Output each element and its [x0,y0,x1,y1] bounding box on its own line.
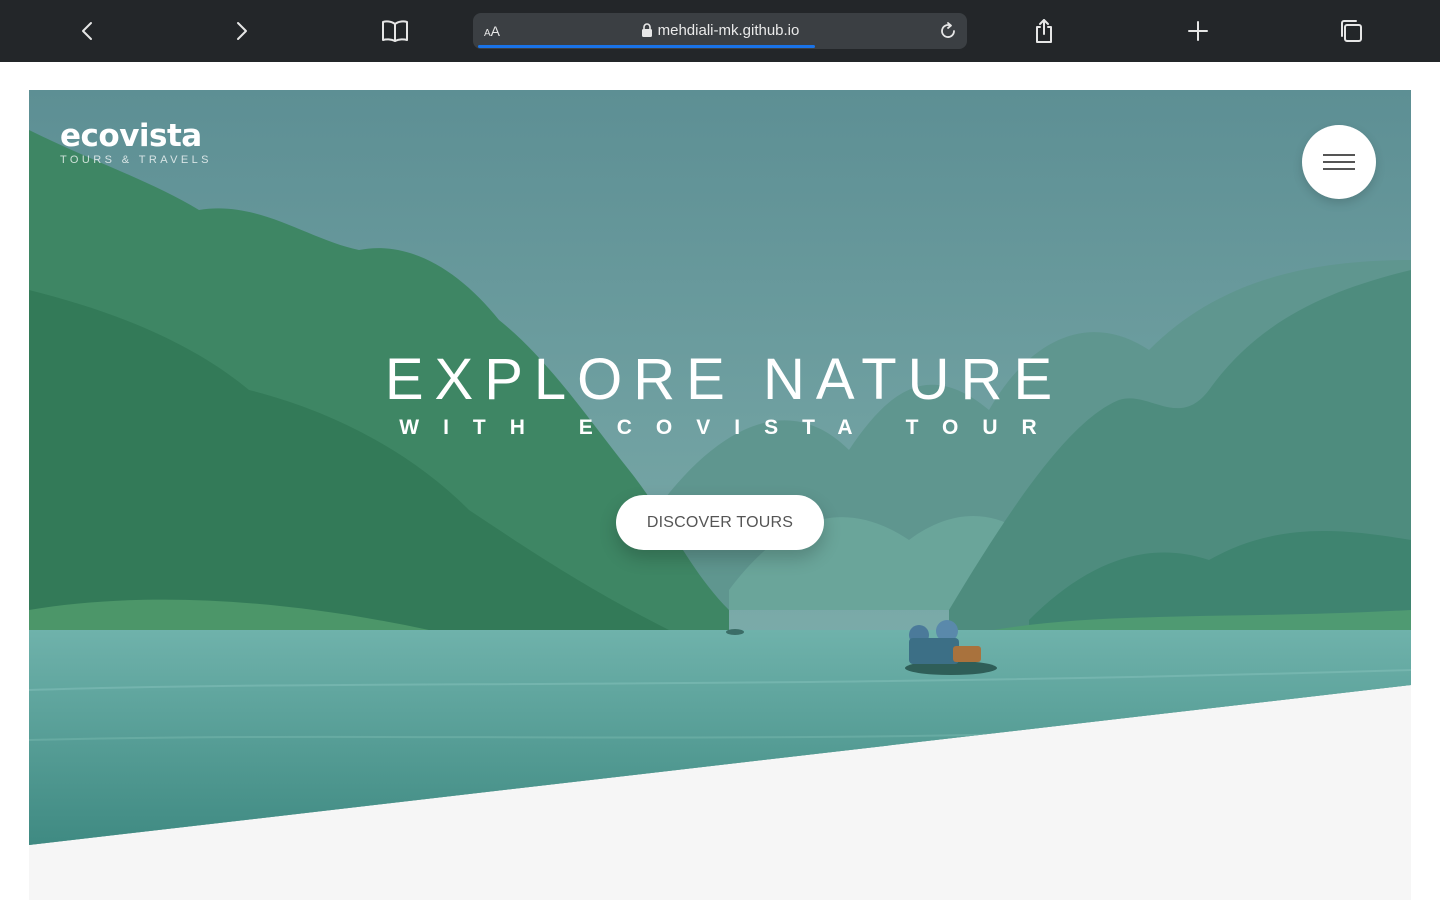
logo-brand: ecovista [60,118,202,154]
web-page: ecovista TOURS & TRAVELS EXPLORE NATURE … [29,90,1411,900]
bookmarks-button[interactable] [377,13,413,49]
menu-button[interactable] [1302,125,1376,199]
hero-background-image [29,90,1411,845]
browser-toolbar: AA mehdiali-mk.github.io [0,0,1440,62]
url-text: mehdiali-mk.github.io [657,22,800,39]
reload-icon[interactable] [937,20,959,42]
forward-button[interactable] [223,13,259,49]
logo-tagline: TOURS & TRAVELS [60,154,212,166]
back-button[interactable] [70,13,106,49]
lock-icon [641,23,652,37]
hero-heading-main: EXPLORE NATURE [384,347,1064,412]
discover-tours-button[interactable]: DISCOVER TOURS [616,495,824,550]
new-tab-icon [1188,21,1208,41]
tabs-overview-button[interactable] [1333,13,1369,49]
bookmarks-icon [382,20,408,42]
share-icon [1036,19,1052,43]
share-button[interactable] [1026,13,1062,49]
forward-icon [237,22,247,40]
hero-heading-sub: WITH ECOVISTA TOUR [399,416,1061,439]
back-icon [82,22,92,40]
page-load-progress-bar [478,45,816,48]
site-logo[interactable]: ecovista TOURS & TRAVELS [60,120,212,166]
tabs-icon [1341,20,1362,42]
hero-section: ecovista TOURS & TRAVELS EXPLORE NATURE … [29,90,1411,845]
new-tab-button[interactable] [1180,13,1216,49]
address-bar[interactable]: AA mehdiali-mk.github.io [473,13,967,49]
hamburger-menu-icon [1323,149,1355,175]
